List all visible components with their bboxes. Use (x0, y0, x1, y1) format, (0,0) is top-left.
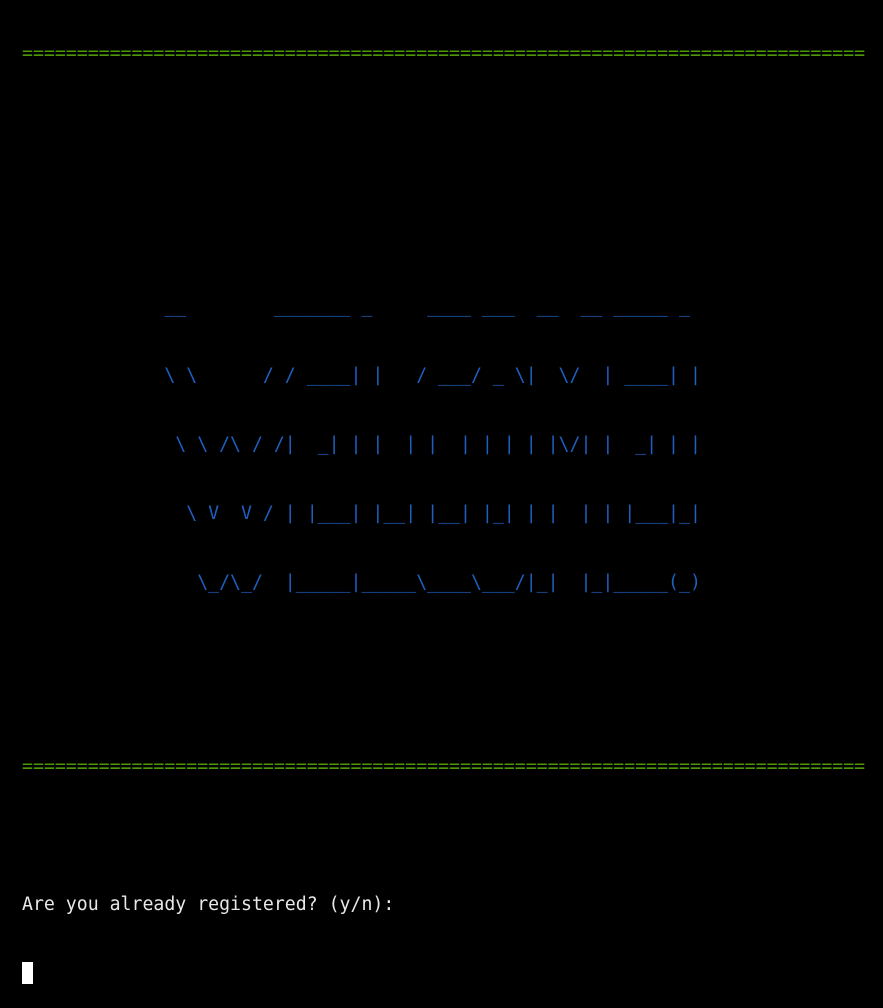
banner-line: \ V V / | |___| |__| |__| |_| | | | | |_… (22, 503, 701, 524)
banner-line: __ _______ _ ____ ___ __ __ _____ _ (22, 296, 701, 317)
terminal-output: ========================================… (22, 0, 865, 1008)
banner-line: \ \ /\ / /| _| | | | | | | | | |\/| | _|… (22, 434, 701, 455)
text-cursor[interactable] (22, 962, 33, 984)
separator-top: ========================================… (22, 43, 866, 64)
registration-prompt: Are you already registered? (y/n): (22, 894, 395, 915)
banner-line: \_/\_/ |_____|_____\____\___/|_| |_|____… (22, 572, 701, 593)
banner-line: \ \ / / ____| | / ___/ _ \| \/ | ____| | (22, 365, 701, 386)
input-line[interactable] (22, 962, 865, 985)
separator-bottom: ========================================… (22, 756, 866, 777)
welcome-banner: __ _______ _ ____ ___ __ __ _____ _ \ \ … (22, 249, 865, 640)
